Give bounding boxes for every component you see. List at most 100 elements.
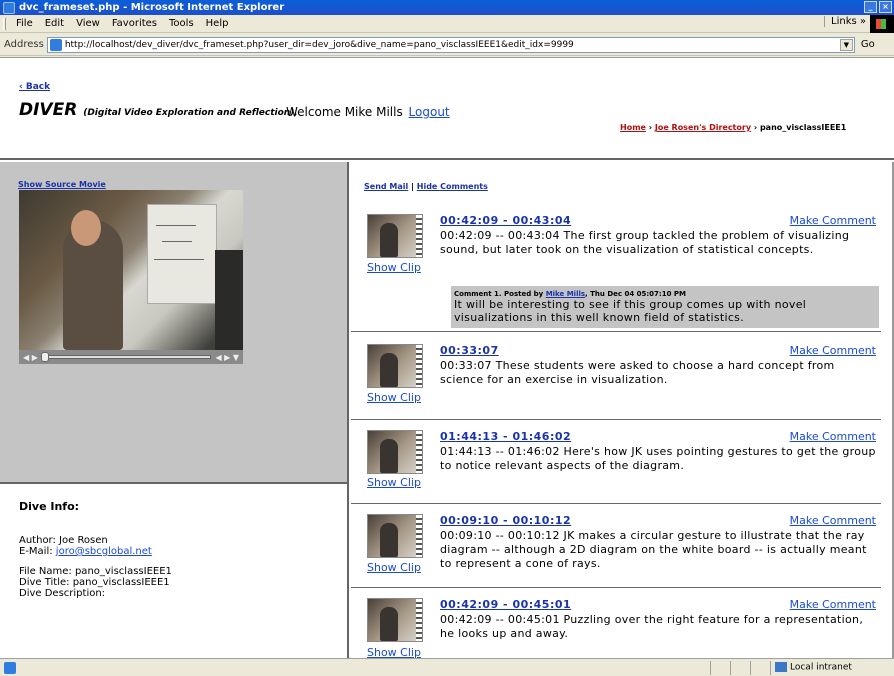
minimize-button[interactable]: _	[864, 1, 877, 13]
breadcrumb-separator: ›	[753, 123, 758, 132]
make-comment-link[interactable]: Make Comment	[790, 344, 876, 357]
app-subtitle: (Digital Video Exploration and Reflectio…	[83, 108, 298, 118]
clip-thumbnail[interactable]	[367, 214, 423, 258]
status-bar: Local intranet	[0, 658, 894, 676]
menu-favorites[interactable]: Favorites	[106, 18, 163, 29]
clip-thumbnail[interactable]	[367, 430, 423, 474]
clip-description: 01:44:13 -- 01:46:02 Here's how JK uses …	[440, 445, 876, 472]
video-seek-bar[interactable]	[40, 352, 212, 362]
menu-tools[interactable]: Tools	[163, 18, 200, 29]
dive-email-row: E-Mail: joro@sbcglobal.net	[19, 546, 347, 557]
toolbar-grip[interactable]	[3, 17, 6, 30]
email-link[interactable]: joro@sbcglobal.net	[56, 546, 152, 557]
breadcrumb: Home › Joe Rosen's Directory › pano_visc…	[620, 123, 846, 132]
window-title: dvc_frameset.php - Microsoft Internet Ex…	[19, 2, 285, 13]
back-link[interactable]: ‹ Back	[19, 82, 50, 92]
clip-description: 00:42:09 -- 00:43:04 The first group tac…	[440, 229, 850, 256]
go-button[interactable]: Go	[861, 39, 875, 50]
dive-title: Dive Title: pano_visclassIEEE1	[19, 577, 170, 588]
show-clip-link[interactable]: Show Clip	[367, 261, 421, 274]
dive-description: Dive Description:	[19, 588, 106, 599]
clip-time-link[interactable]: 00:09:10 - 00:10:12	[440, 514, 571, 527]
clip-time-link[interactable]: 01:44:13 - 01:46:02	[440, 430, 571, 443]
clip-entry: Show Clip 00:42:09 - 00:43:04 Make Comme…	[351, 210, 881, 332]
clip-thumbnail[interactable]	[367, 598, 423, 642]
student-image	[215, 250, 243, 350]
clip-thumbnail[interactable]	[367, 514, 423, 558]
clips-pane: Send Mail | Hide Comments Show Clip 00:4…	[351, 162, 894, 658]
clip-entry: Show Clip 01:44:13 - 01:46:02 Make Comme…	[351, 420, 881, 504]
chevron-down-icon[interactable]: ▼	[839, 38, 853, 51]
clip-description: 00:09:10 -- 00:10:12 JK makes a circular…	[440, 529, 867, 570]
clip-time-link[interactable]: 00:33:07	[440, 344, 499, 357]
hide-comments-link[interactable]: Hide Comments	[417, 182, 488, 191]
intranet-icon	[775, 662, 787, 672]
make-comment-link[interactable]: Make Comment	[790, 430, 876, 443]
dive-file-name: File Name: pano_visclassIEEE1	[19, 566, 172, 577]
show-clip-link[interactable]: Show Clip	[367, 476, 421, 489]
welcome-message: Welcome Mike Mills Logout	[286, 105, 450, 119]
dive-author: Author: Joe Rosen	[19, 535, 108, 546]
app-title: DIVER (Digital Video Exploration and Ref…	[19, 100, 298, 120]
page-content: ‹ Back DIVER (Digital Video Exploration …	[0, 57, 894, 658]
dive-info-heading: Dive Info:	[19, 500, 80, 513]
make-comment-link[interactable]: Make Comment	[790, 514, 876, 527]
security-zone: Local intranet	[775, 662, 852, 673]
comment-prefix: Comment 1. Posted by	[454, 290, 544, 298]
dive-info-panel: Dive Info: Author: Joe Rosen E-Mail: jor…	[0, 482, 347, 658]
comment-body: It will be interesting to see if this gr…	[454, 298, 807, 324]
address-label: Address	[4, 39, 44, 50]
zone-label: Local intranet	[790, 662, 852, 673]
comment-author-link[interactable]: Mike Mills	[546, 290, 585, 298]
send-mail-link[interactable]: Send Mail	[364, 182, 408, 191]
page-status-icon	[4, 662, 16, 674]
show-clip-link[interactable]: Show Clip	[367, 561, 421, 574]
clip-entry: Show Clip 00:09:10 - 00:10:12 Make Comme…	[351, 504, 881, 588]
email-label: E-Mail:	[19, 546, 53, 557]
breadcrumb-current: pano_visclassIEEE1	[759, 123, 847, 132]
page-icon	[49, 38, 62, 51]
breadcrumb-home[interactable]: Home	[620, 123, 646, 132]
menu-edit[interactable]: Edit	[39, 18, 70, 29]
actions-divider: |	[411, 182, 414, 191]
menu-view[interactable]: View	[70, 18, 106, 29]
clip-entry: Show Clip 00:42:09 - 00:45:01 Make Comme…	[351, 588, 881, 658]
play-button[interactable]: ◀ ▶	[23, 353, 38, 362]
welcome-text: Welcome Mike Mills	[286, 105, 403, 119]
menu-help[interactable]: Help	[200, 18, 235, 29]
comment-date: , Thu Dec 04 05:07:10 PM	[585, 290, 686, 298]
links-toolbar[interactable]: Links »	[824, 16, 866, 27]
clip-time-link[interactable]: 00:42:09 - 00:43:04	[440, 214, 571, 227]
presenter-head-image	[71, 210, 101, 246]
video-controls: ◀ ▶ ◀ ▶ ▼	[19, 350, 243, 364]
clip-description: 00:42:09 -- 00:45:01 Puzzling over the r…	[440, 613, 864, 640]
menu-file[interactable]: File	[10, 18, 39, 29]
close-button[interactable]: ×	[879, 1, 892, 13]
whiteboard-image	[147, 204, 217, 304]
breadcrumb-separator: ›	[648, 123, 653, 132]
scrollbar[interactable]	[892, 162, 893, 658]
show-clip-link[interactable]: Show Clip	[367, 646, 421, 658]
breadcrumb-directory[interactable]: Joe Rosen's Directory	[655, 123, 751, 132]
address-bar: Address http://localhost/dev_diver/dvc_f…	[0, 34, 894, 56]
clip-time-link[interactable]: 00:42:09 - 00:45:01	[440, 598, 571, 611]
video-player[interactable]	[19, 190, 243, 350]
clip-thumbnail[interactable]	[367, 344, 423, 388]
app-name: DIVER	[19, 100, 78, 120]
window-title-bar: dvc_frameset.php - Microsoft Internet Ex…	[0, 0, 894, 15]
address-input[interactable]: http://localhost/dev_diver/dvc_frameset.…	[46, 36, 855, 53]
seek-handle[interactable]	[40, 352, 49, 362]
clip-entry: Show Clip 00:33:07 Make Comment 00:33:07…	[351, 334, 881, 420]
logout-link[interactable]: Logout	[409, 105, 450, 119]
address-url: http://localhost/dev_diver/dvc_frameset.…	[64, 39, 574, 50]
comment-box: Comment 1. Posted by Mike Mills, Thu Dec…	[451, 286, 879, 328]
window-controls: _ ×	[864, 1, 892, 13]
make-comment-link[interactable]: Make Comment	[790, 598, 876, 611]
volume-controls[interactable]: ◀ ▶ ▼	[215, 353, 239, 362]
show-source-movie-link[interactable]: Show Source Movie	[18, 180, 106, 189]
comment-header: Comment 1. Posted by Mike Mills, Thu Dec…	[454, 290, 879, 298]
make-comment-link[interactable]: Make Comment	[790, 214, 876, 227]
windows-logo-icon	[870, 15, 894, 33]
show-clip-link[interactable]: Show Clip	[367, 391, 421, 404]
menu-bar: File Edit View Favorites Tools Help Link…	[0, 15, 894, 33]
